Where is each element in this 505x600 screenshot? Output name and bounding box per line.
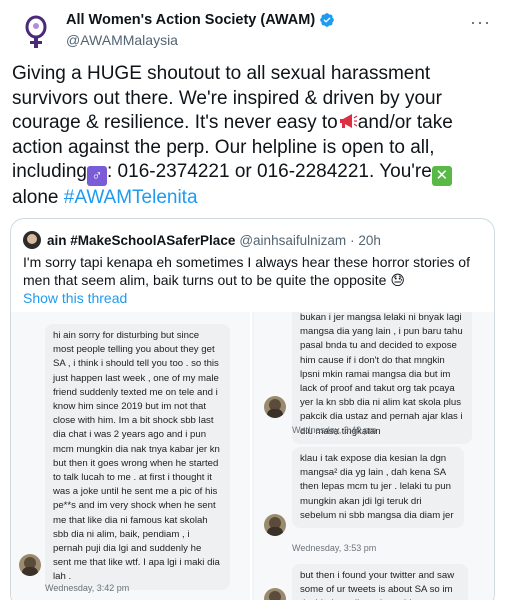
hashtag-link[interactable]: #AWAMTelenita <box>64 187 198 208</box>
chat-timestamp: Wednesday, 3:53 pm <box>292 543 377 553</box>
awam-logo-avatar[interactable] <box>14 10 58 54</box>
quoted-tweet[interactable]: ain #MakeSchoolASaferPlace @ainhsaifulni… <box>10 218 495 600</box>
quoted-tweet-text: I'm sorry tapi kenapa eh sometimes I alw… <box>23 254 470 288</box>
awam-logo-icon <box>25 15 47 48</box>
chat-avatar <box>19 554 41 576</box>
chat-avatar <box>264 396 286 418</box>
tweet-header: All Women's Action Society (AWAM) @AWAMM… <box>10 8 495 54</box>
cross-mark-icon: ✕ <box>431 166 452 186</box>
chat-avatar <box>264 514 286 536</box>
megaphone-icon <box>339 114 358 128</box>
tweet-text-part-3: : 016-2374221 or 016-2284221. You're <box>107 161 432 182</box>
tweet-text-part-4: alone <box>12 187 64 208</box>
chat-message: but then i found your twitter and saw so… <box>292 564 468 600</box>
chat-message: hi ain sorry for disturbing but since mo… <box>45 324 230 590</box>
chat-message: klau i tak expose dia kesian la dgn mang… <box>292 447 464 529</box>
chat-screenshot-right[interactable]: bukan i jer mangsa lelaki ni bnyak lagi … <box>254 312 494 600</box>
chat-timestamp: Wednesday, 3:42 pm <box>45 583 130 593</box>
verified-badge-icon <box>320 13 335 27</box>
quoted-user-avatar[interactable] <box>23 231 41 249</box>
quoted-user-name[interactable]: ain #MakeSchoolASaferPlace <box>47 233 235 248</box>
user-handle[interactable]: @AWAMMalaysia <box>66 32 178 48</box>
chat-screenshot-left[interactable]: hi ain sorry for disturbing but since mo… <box>11 312 252 600</box>
quoted-user-handle[interactable]: @ainhsaifulnizam <box>239 233 346 248</box>
more-options-icon[interactable]: ··· <box>470 12 491 33</box>
attached-images[interactable]: hi ain sorry for disturbing but since mo… <box>11 312 494 600</box>
show-thread-link[interactable]: Show this thread <box>23 290 127 306</box>
quoted-tweet-time: · 20h <box>350 232 381 248</box>
name-row: All Women's Action Society (AWAM) <box>66 12 335 28</box>
male-sign-icon: ♂ <box>87 166 107 186</box>
chat-timestamp: Wednesday, 3:49 pm <box>292 425 377 435</box>
chat-avatar <box>264 588 286 600</box>
tweet-body: Giving a HUGE shoutout to all sexual har… <box>12 62 497 211</box>
quoted-tweet-header: ain #MakeSchoolASaferPlace @ainhsaifulni… <box>23 231 381 249</box>
display-name[interactable]: All Women's Action Society (AWAM) <box>66 12 315 28</box>
